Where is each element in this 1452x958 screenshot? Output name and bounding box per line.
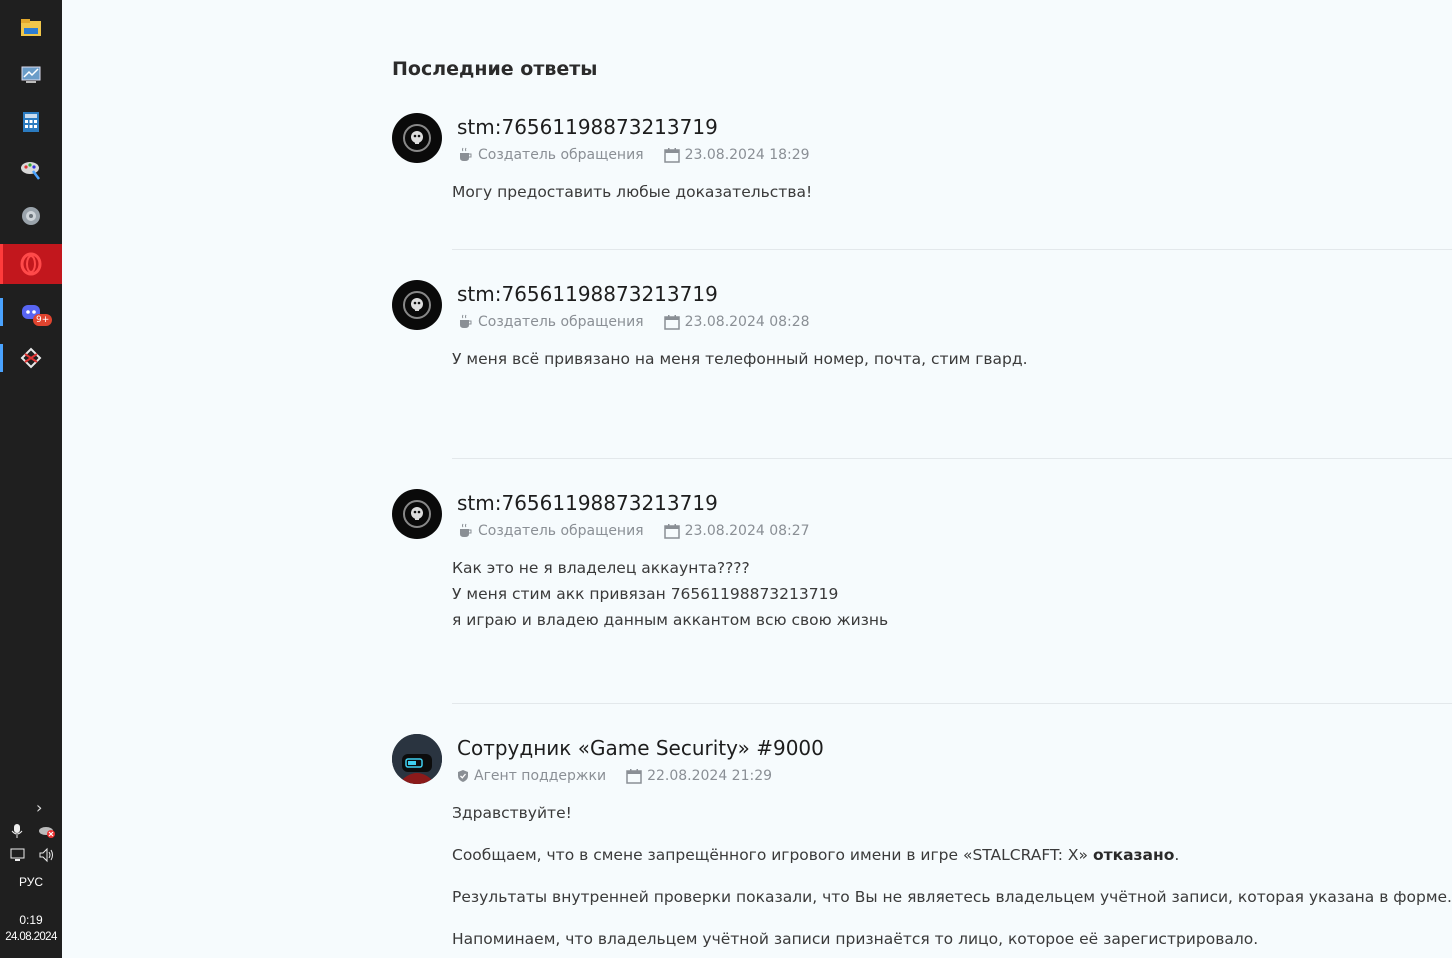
coffee-icon [460,314,472,328]
taskbar-paint[interactable] [0,149,62,189]
taskbar-stalcraft[interactable] [0,338,62,378]
language-indicator[interactable]: РУС [0,875,62,889]
divider [452,249,1452,250]
taskbar: 9+ › РУС 0:19 24.08.2024 [0,0,62,958]
onedrive-offline-icon[interactable] [38,823,56,839]
clock-date[interactable]: 24.08.2024 [0,931,62,943]
reply-body: У меня всё привязано на меня телефонный … [452,346,1028,372]
clock-time[interactable]: 0:19 [0,913,62,927]
reply-line: Как это не я владелец аккаунта???? [452,559,750,577]
reply-body: Могу предоставить любые доказательства! [452,179,812,205]
robot-avatar-icon [392,734,442,784]
author-role: Агент поддержки [474,768,607,784]
skull-avatar-icon [403,291,431,319]
author-name[interactable]: stm:76561198873213719 [457,115,718,139]
opera-icon [20,252,42,276]
emphasis-text: отказано [1092,846,1175,864]
reply-body: Здравствуйте! Сообщаем, что в смене запр… [452,800,1452,952]
stalcraft-icon [20,347,42,369]
reply-meta: Создатель обращения 23.08.2024 08:28 [457,314,810,330]
author-role: Создатель обращения [478,314,644,330]
taskbar-file-explorer[interactable] [0,8,62,48]
calculator-icon [23,112,39,132]
reply-line: У меня всё привязано на меня телефонный … [452,350,1028,368]
taskbar-speakers[interactable] [0,196,62,236]
skull-avatar-icon [403,124,431,152]
skull-avatar-icon [403,500,431,528]
author-name[interactable]: Сотрудник «Game Security» #9000 [457,736,824,760]
reply-paragraph: Напоминаем, что владельцем учётной запис… [452,930,1259,948]
reply-paragraph: Результаты внутренней проверки показали,… [452,888,1452,906]
reply-body: Как это не я владелец аккаунта???? У мен… [452,555,888,633]
network-icon[interactable] [10,847,28,863]
author-role: Создатель обращения [478,147,644,163]
reply-line: я играю и владею данным аккантом всю сво… [452,611,889,629]
reply-meta: Агент поддержки 22.08.2024 21:29 [457,768,772,784]
section-title: Последние ответы [392,58,598,80]
reply-datetime: 22.08.2024 21:29 [647,768,773,784]
author-name[interactable]: stm:76561198873213719 [457,491,718,515]
author-role: Создатель обращения [478,523,644,539]
reply-datetime: 23.08.2024 18:29 [684,147,810,163]
avatar[interactable] [392,280,442,330]
paragraph-text: Сообщаем, что в смене запрещённого игров… [452,846,1093,864]
microphone-icon[interactable] [10,823,24,839]
active-indicator [0,244,3,284]
notification-badge: 9+ [33,314,53,326]
control-panel-icon [21,66,41,83]
calendar-icon [663,315,680,330]
coffee-icon [460,147,472,161]
volume-icon[interactable] [38,847,56,863]
reply-meta: Создатель обращения 23.08.2024 08:27 [457,523,810,539]
taskbar-opera[interactable] [0,244,62,284]
taskbar-control-panel[interactable] [0,55,62,95]
reply-paragraph: Сообщаем, что в смене запрещённого игров… [452,842,1452,868]
avatar[interactable] [392,113,442,163]
taskbar-discord[interactable]: 9+ [0,292,62,332]
reply-greeting: Здравствуйте! [452,804,572,822]
paragraph-text: . [1174,846,1180,864]
tray-row-2 [10,846,56,864]
tray-row-1 [10,822,56,840]
avatar[interactable] [392,734,442,784]
reply-line: У меня стим акк привязан 765611988732137… [452,585,839,603]
speaker-icon [22,207,40,225]
author-name[interactable]: stm:76561198873213719 [457,282,718,306]
reply-meta: Создатель обращения 23.08.2024 18:29 [457,147,810,163]
calendar-icon [663,524,680,539]
reply-datetime: 23.08.2024 08:28 [684,314,810,330]
taskbar-calculator[interactable] [0,102,62,142]
calendar-icon [626,769,642,784]
reply-line: Могу предоставить любые доказательства! [452,183,813,201]
divider [452,458,1452,459]
shield-icon [458,770,468,782]
running-indicator [0,298,3,326]
paint-icon [21,162,40,180]
calendar-icon [663,148,680,163]
divider [452,703,1452,704]
folder-icon [21,19,41,36]
tray-expand-chevron-icon[interactable]: › [36,798,42,817]
running-indicator [0,344,3,372]
reply-datetime: 23.08.2024 08:27 [684,523,810,539]
avatar[interactable] [392,489,442,539]
coffee-icon [460,523,472,537]
